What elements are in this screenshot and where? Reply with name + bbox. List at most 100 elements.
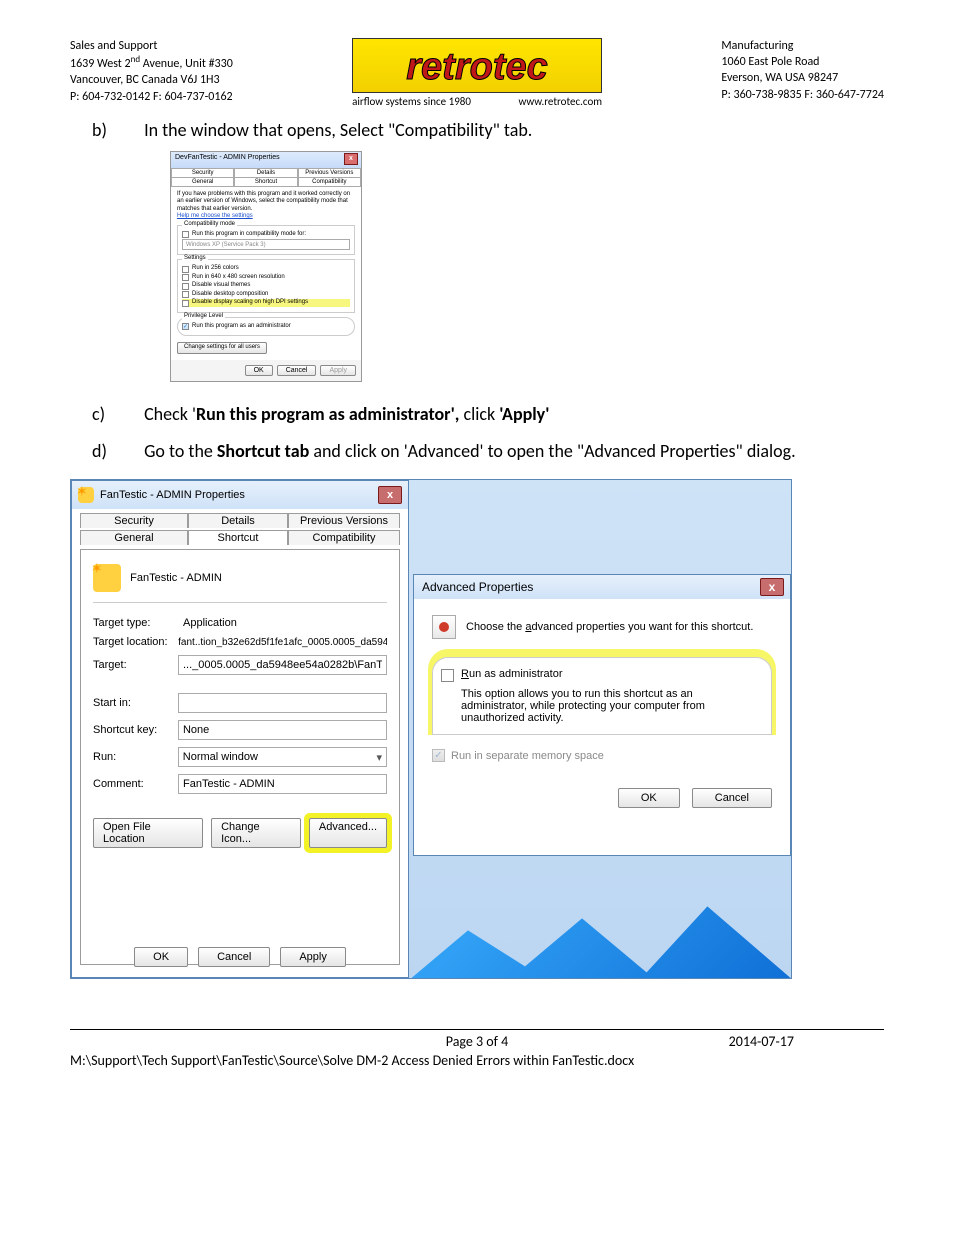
chk-256-colors[interactable]: Run in 256 colors — [182, 265, 350, 273]
target-type-label: Target type: — [93, 617, 175, 629]
ok-button[interactable]: OK — [245, 365, 273, 376]
cancel-button[interactable]: Cancel — [198, 947, 270, 967]
checkbox-icon[interactable] — [182, 283, 189, 290]
compat-intro: If you have problems with this program a… — [177, 191, 355, 214]
step-c-label: c) — [118, 400, 140, 429]
tab-shortcut[interactable]: Shortcut — [188, 530, 288, 545]
compat-body: If you have problems with this program a… — [171, 186, 361, 360]
run-as-admin-desc: This option allows you to run this short… — [461, 688, 761, 724]
step-d-label: d) — [118, 437, 140, 466]
props-title: FanTestic - ADMIN Properties — [100, 489, 245, 501]
ok-button[interactable]: OK — [618, 788, 680, 808]
header-right: Manufacturing 1060 East Pole Road Everso… — [721, 38, 884, 103]
target-input[interactable] — [178, 655, 387, 675]
run-as-admin-title: Run as administrator — [461, 668, 761, 680]
checkbox-icon[interactable] — [182, 323, 189, 330]
chk-disable-themes[interactable]: Disable visual themes — [182, 282, 350, 290]
group-settings-label: Settings — [182, 255, 208, 263]
right-line2: 1060 East Pole Road — [721, 54, 884, 70]
checkbox-icon[interactable] — [182, 266, 189, 273]
apply-button[interactable]: Apply — [320, 365, 356, 376]
target-type-value: Application — [183, 617, 237, 629]
adv-body: Choose the advanced properties you want … — [414, 599, 790, 820]
windows7-wallpaper — [411, 858, 791, 978]
advanced-properties-dialog: Advanced Properties x Choose the advance… — [413, 574, 791, 856]
compat-titlebar[interactable]: DevFanTestic - ADMIN Properties x — [171, 152, 361, 168]
checkbox-icon — [432, 749, 445, 762]
close-icon[interactable]: x — [760, 578, 784, 596]
open-file-location-button[interactable]: Open File Location — [93, 818, 203, 848]
close-icon[interactable]: x — [344, 153, 358, 165]
logo-sub-left: airflow systems since 1980 — [352, 95, 471, 108]
step-b: b) In the window that opens, Select "Com… — [130, 116, 884, 145]
shortcut-header: FanTestic - ADMIN — [93, 564, 387, 603]
ok-button[interactable]: OK — [134, 947, 188, 967]
shortcut-key-input[interactable] — [178, 720, 387, 740]
checkbox-icon[interactable] — [182, 231, 189, 238]
chk-compat-mode[interactable]: Run this program in compatibility mode f… — [182, 231, 350, 239]
apply-button[interactable]: Apply — [280, 947, 346, 967]
compat-title: DevFanTestic - ADMIN Properties — [175, 154, 280, 161]
tab-details[interactable]: Details — [234, 168, 297, 177]
close-icon[interactable]: x — [378, 486, 402, 504]
right-line1: Manufacturing — [721, 38, 884, 54]
adv-lead-text: Choose the advanced properties you want … — [466, 621, 753, 633]
run-select[interactable]: Normal window — [178, 747, 387, 767]
change-icon-button[interactable]: Change Icon... — [211, 818, 301, 848]
checkbox-icon[interactable] — [182, 291, 189, 298]
shortcut-name: FanTestic - ADMIN — [130, 572, 222, 584]
tab-general[interactable]: General — [80, 530, 188, 545]
footer-rule — [70, 1029, 884, 1030]
adv-titlebar[interactable]: Advanced Properties x — [414, 575, 790, 599]
run-as-admin-checkbox[interactable] — [441, 669, 454, 682]
props-titlebar[interactable]: FanTestic - ADMIN Properties x — [72, 481, 408, 509]
chk-disable-composition[interactable]: Disable desktop composition — [182, 291, 350, 299]
compat-mode-select[interactable]: Windows XP (Service Pack 3) — [182, 239, 350, 250]
step-d: d) Go to the Shortcut tab and click on '… — [130, 437, 884, 466]
chk-run-as-admin[interactable]: Run this program as an administrator — [182, 323, 350, 331]
checkbox-icon[interactable] — [182, 300, 189, 307]
screenshot-area: FanTestic - ADMIN Properties x Security … — [70, 479, 792, 979]
checkbox-icon[interactable] — [182, 274, 189, 281]
group-privilege-label: Privilege Level — [182, 313, 225, 321]
group-settings: Settings Run in 256 colors Run in 640 x … — [177, 259, 355, 313]
right-line3: Everson, WA USA 98247 — [721, 70, 884, 86]
cancel-button[interactable]: Cancel — [277, 365, 317, 376]
logo-sub-right: www.retrotec.com — [518, 95, 602, 108]
left-line1: Sales and Support — [70, 38, 233, 54]
tab-general[interactable]: General — [171, 177, 234, 186]
start-in-input[interactable] — [178, 693, 387, 713]
chk-disable-dpi-scaling[interactable]: Disable display scaling on high DPI sett… — [182, 299, 350, 307]
props-main-buttons: OK Cancel Apply — [72, 947, 408, 967]
shortcut-pane: FanTestic - ADMIN Target type: Applicatio… — [80, 549, 400, 965]
tab-security[interactable]: Security — [80, 513, 188, 528]
footer-path: M:\Support\Tech Support\FanTestic\Source… — [70, 1052, 884, 1069]
tab-security[interactable]: Security — [171, 168, 234, 177]
chk-640x480[interactable]: Run in 640 x 480 screen resolution — [182, 274, 350, 282]
adv-title: Advanced Properties — [422, 580, 533, 594]
cancel-button[interactable]: Cancel — [692, 788, 772, 808]
change-settings-all-users-button[interactable]: Change settings for all users — [177, 342, 267, 354]
tab-details[interactable]: Details — [188, 513, 288, 528]
target-location-value: fant..tion_b32e62d5f1fe1afc_0005.0005_da… — [178, 637, 387, 648]
logo-block: retrotec airflow systems since 1980 www.… — [352, 38, 602, 108]
shortcut-properties-dialog: FanTestic - ADMIN Properties x Security … — [71, 480, 409, 978]
adv-lead: Choose the advanced properties you want … — [432, 615, 772, 639]
start-in-label: Start in: — [93, 697, 170, 709]
run-label: Run: — [93, 751, 170, 763]
footer: Page 3 of 4 2014-07-17 M:\Support\Tech S… — [70, 1033, 884, 1069]
tab-compatibility[interactable]: Compatibility — [298, 177, 361, 186]
tab-previous-versions[interactable]: Previous Versions — [288, 513, 400, 528]
target-label: Target: — [93, 659, 170, 671]
tab-previous-versions[interactable]: Previous Versions — [298, 168, 361, 177]
help-choose-link[interactable]: Help me choose the settings — [177, 213, 253, 219]
group-privilege-level: Privilege Level Run this program as an a… — [177, 317, 355, 337]
app-icon — [93, 564, 121, 592]
tab-shortcut[interactable]: Shortcut — [234, 177, 297, 186]
group-compat-mode-label: Compatibility mode — [182, 221, 237, 229]
comment-input[interactable] — [178, 774, 387, 794]
footer-date: 2014-07-17 — [729, 1033, 794, 1050]
advanced-button[interactable]: Advanced... — [309, 818, 387, 848]
tab-compatibility[interactable]: Compatibility — [288, 530, 400, 545]
header-left: Sales and Support 1639 West 2nd Avenue, … — [70, 38, 233, 105]
